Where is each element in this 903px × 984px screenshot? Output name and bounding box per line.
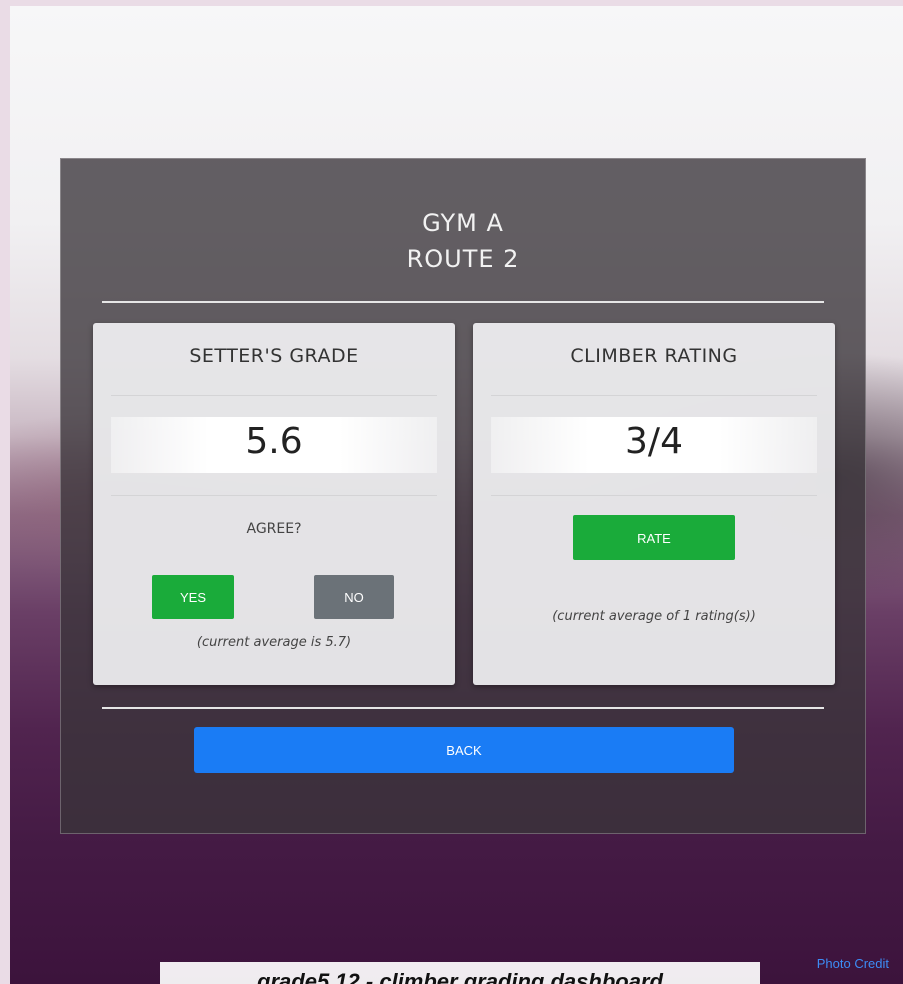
- panel-divider: [111, 395, 437, 396]
- rate-button[interactable]: RATE: [573, 515, 735, 560]
- climber-rating-panel: CLIMBER RATING 3/4 RATE (current average…: [473, 323, 835, 685]
- setters-grade-value: 5.6: [245, 421, 303, 462]
- climber-rating-value: 3/4: [625, 421, 683, 462]
- rating-average-note: (current average of 1 rating(s)): [552, 609, 756, 624]
- top-divider: [102, 301, 824, 303]
- photo-credit-link[interactable]: Photo Credit: [817, 956, 889, 971]
- panel-divider: [491, 395, 817, 396]
- setters-grade-panel: SETTER'S GRADE 5.6 AGREE? YES NO (curren…: [93, 323, 455, 685]
- route-name: ROUTE 2: [406, 245, 520, 273]
- route-title: GYM A ROUTE 2: [61, 205, 865, 277]
- agree-label: AGREE?: [246, 521, 302, 537]
- setters-average-note: (current average is 5.7): [196, 635, 352, 650]
- yes-button[interactable]: YES: [152, 575, 234, 619]
- route-card: GYM A ROUTE 2 SETTER'S GRADE 5.6 AGREE? …: [60, 158, 866, 834]
- no-button[interactable]: NO: [314, 575, 394, 619]
- setters-grade-heading: SETTER'S GRADE: [189, 345, 359, 367]
- gym-name: GYM A: [422, 209, 504, 237]
- caption: grade5.12 - climber grading dashboard: [160, 962, 760, 984]
- bottom-divider: [102, 707, 824, 709]
- panel-divider: [111, 495, 437, 496]
- back-button[interactable]: BACK: [194, 727, 734, 773]
- panel-divider: [491, 495, 817, 496]
- page: GYM A ROUTE 2 SETTER'S GRADE 5.6 AGREE? …: [0, 0, 903, 984]
- climber-rating-heading: CLIMBER RATING: [570, 345, 738, 367]
